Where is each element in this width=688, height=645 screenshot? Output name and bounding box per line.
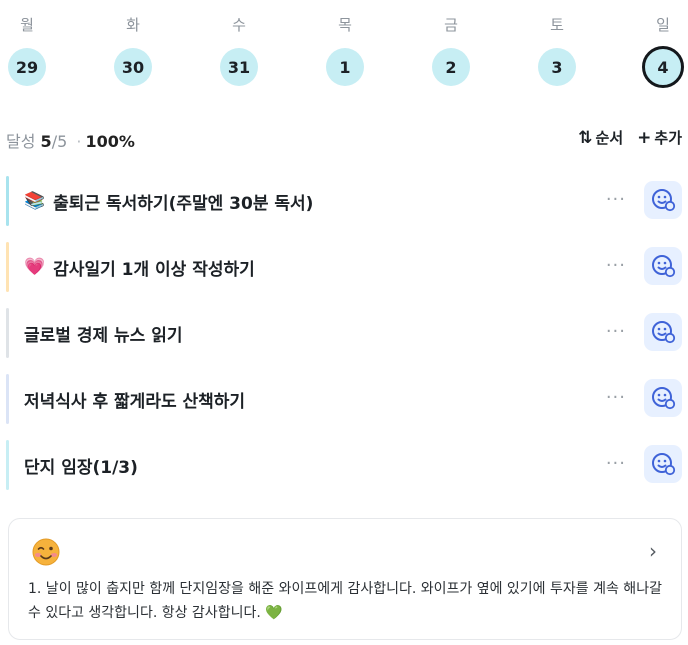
routine-title: 출퇴근 독서하기(주말엔 30분 독서) [53,193,314,214]
day-label: 일 [656,16,670,34]
date-circle-selected[interactable]: 4 [642,46,684,88]
routine-color-bar [6,242,9,292]
reorder-button[interactable]: ⇅ 순서 [578,127,623,148]
routine-item[interactable]: 글로벌 경제 뉴스 읽기 ··· [6,308,684,358]
sort-arrows-icon: ⇅ [578,127,593,148]
diary-body: 1. 날이 많이 춥지만 함께 단지임장을 해준 와이프에게 감사합니다. 와이… [28,581,662,621]
heart-icon: 💗 [24,257,46,277]
routine-color-bar [6,308,9,358]
day-label: 수 [232,16,246,34]
plus-icon: + [637,127,652,148]
routine-title: 감사일기 1개 이상 작성하기 [53,259,255,280]
date-circle[interactable]: 3 [538,48,576,86]
smile-plus-icon [652,387,676,410]
smile-plus-icon [652,189,676,212]
routine-title-row: 단지 임장(1/3) [24,453,138,478]
add-label: 추가 [654,129,682,147]
summary-separator: · [76,132,82,151]
routine-title-row: 📚 출퇴근 독서하기(주말엔 30분 독서) [24,189,313,214]
green-heart-icon: 💚 [265,605,283,621]
routine-item[interactable]: 💗 감사일기 1개 이상 작성하기 ··· [6,242,684,292]
more-options-icon[interactable]: ··· [606,255,626,276]
routine-color-bar [6,440,9,490]
date-circle[interactable]: 29 [8,48,46,86]
add-reaction-button[interactable] [644,313,682,351]
more-options-icon[interactable]: ··· [606,387,626,408]
add-reaction-button[interactable] [644,379,682,417]
reorder-label: 순서 [595,129,624,147]
date-circle[interactable]: 30 [114,48,152,86]
date-circle[interactable]: 2 [432,48,470,86]
achievement-summary: 달성 5/5 · 100% [6,128,135,152]
add-reaction-button[interactable] [644,181,682,219]
smiling-face-icon [32,538,60,566]
routine-color-bar [6,374,9,424]
routine-title-row: 💗 감사일기 1개 이상 작성하기 [24,255,255,280]
date-circle[interactable]: 1 [326,48,364,86]
add-button[interactable]: + 추가 [637,127,682,148]
routine-list: 📚 출퇴근 독서하기(주말엔 30분 독서) ··· 💗 감사일기 1개 이상 … [6,176,684,506]
books-icon: 📚 [24,191,46,211]
week-strip: 월 29 화 30 수 31 목 1 금 2 토 3 일 4 [0,0,688,100]
day-label: 토 [550,16,564,34]
add-reaction-button[interactable] [644,247,682,285]
day-label: 화 [126,16,140,34]
summary-percent: 100% [85,132,135,151]
add-reaction-button[interactable] [644,445,682,483]
day-label: 월 [20,16,34,34]
date-circle[interactable]: 31 [220,48,258,86]
chevron-right-icon[interactable]: › [649,539,657,563]
routine-color-bar [6,176,9,226]
routine-title: 글로벌 경제 뉴스 읽기 [24,325,183,346]
more-options-icon[interactable]: ··· [606,453,626,474]
routine-item[interactable]: 저녁식사 후 짧게라도 산책하기 ··· [6,374,684,424]
more-options-icon[interactable]: ··· [606,321,626,342]
smile-plus-icon [652,453,676,476]
list-actions: ⇅ 순서 + 추가 [578,127,682,148]
day-label: 목 [338,16,352,34]
diary-text: 1. 날이 많이 춥지만 함께 단지임장을 해준 와이프에게 감사합니다. 와이… [28,577,668,625]
summary-total: /5 [51,132,68,151]
routine-title-row: 글로벌 경제 뉴스 읽기 [24,321,183,346]
day-label: 금 [444,16,458,34]
gratitude-diary-card[interactable]: › 1. 날이 많이 춥지만 함께 단지임장을 해준 와이프에게 감사합니다. … [8,518,682,640]
more-options-icon[interactable]: ··· [606,189,626,210]
smile-plus-icon [652,255,676,278]
smile-plus-icon [652,321,676,344]
routine-title: 저녁식사 후 짧게라도 산책하기 [24,391,246,412]
summary-label: 달성 [6,132,36,151]
routine-title-row: 저녁식사 후 짧게라도 산책하기 [24,387,245,412]
routine-item[interactable]: 📚 출퇴근 독서하기(주말엔 30분 독서) ··· [6,176,684,226]
summary-done: 5 [40,132,52,151]
routine-item[interactable]: 단지 임장(1/3) ··· [6,440,684,490]
routine-title: 단지 임장(1/3) [24,457,138,478]
